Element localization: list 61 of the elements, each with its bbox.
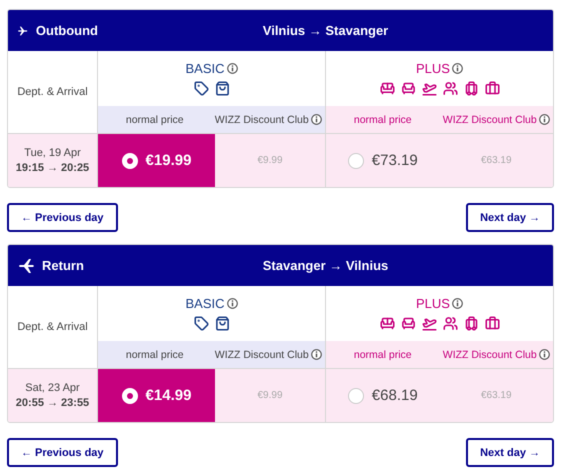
column-label: Dept. & Arrival [17, 86, 88, 98]
price-type-label: WIZZ Discount Club [442, 348, 537, 360]
flight-times: 20:55 → 23:55 [16, 397, 90, 409]
club-price: €9.99 [257, 390, 283, 401]
people-icon [442, 316, 458, 331]
previous-day-button[interactable]: ← Previous day [7, 203, 118, 232]
armchair-icon [400, 316, 416, 331]
price-type-label: normal price [354, 348, 412, 360]
radio-button[interactable] [348, 388, 364, 404]
price-option[interactable]: €73.19 [326, 134, 440, 187]
price-option[interactable]: €19.99 [98, 134, 215, 187]
club-price: €9.99 [257, 155, 283, 166]
price-type-label: WIZZ Discount Club [442, 114, 537, 126]
previous-day-button[interactable]: ← Previous day [7, 438, 118, 467]
fare-name: BASIC [185, 296, 224, 311]
direction-label: Return [42, 258, 84, 273]
next-day-button[interactable]: Next day → [466, 203, 554, 232]
flight-times: 19:15 → 20:25 [16, 162, 90, 174]
price-type-label: WIZZ Discount Club [214, 114, 309, 126]
flight-date: Tue, 19 Apr [24, 147, 81, 159]
price-type-label: normal price [354, 114, 412, 126]
bag-icon [214, 316, 230, 331]
info-icon[interactable] [452, 298, 463, 309]
info-icon[interactable] [538, 349, 550, 360]
radio-button[interactable] [348, 152, 364, 168]
fare-name: PLUS [416, 61, 450, 76]
info-icon[interactable] [310, 114, 322, 125]
bag-icon [214, 81, 230, 96]
suitcase-icon [464, 316, 478, 331]
suitcase-icon [464, 81, 478, 96]
info-icon[interactable] [226, 63, 238, 74]
direction-label: Outbound [36, 23, 98, 38]
price-type-label: normal price [126, 348, 184, 360]
info-icon[interactable] [538, 114, 550, 125]
price-type-label: normal price [126, 114, 184, 126]
seat-icon [380, 81, 394, 96]
column-label: Dept. & Arrival [17, 321, 88, 333]
route-title: Stavanger → Vilnius [262, 258, 388, 273]
plane-icon [18, 258, 34, 274]
tag-icon [194, 316, 208, 331]
plane-takeoff-icon [422, 316, 436, 331]
next-day-button[interactable]: Next day → [466, 438, 554, 467]
price-option[interactable]: €68.19 [326, 369, 440, 422]
info-icon[interactable] [310, 349, 322, 360]
club-price: €63.19 [480, 390, 512, 401]
flight-date: Sat, 23 Apr [25, 382, 80, 394]
route-title: Vilnius → Stavanger [262, 23, 388, 38]
price-option[interactable]: €14.99 [98, 369, 215, 422]
people-icon [442, 81, 458, 96]
fare-name: BASIC [185, 61, 224, 76]
armchair-icon [400, 81, 416, 96]
club-price: €63.19 [480, 155, 512, 166]
fare-name: PLUS [416, 296, 450, 311]
briefcase-icon [484, 316, 500, 331]
info-icon[interactable] [226, 298, 238, 309]
briefcase-icon [484, 81, 500, 96]
seat-icon [380, 316, 394, 331]
tag-icon [194, 81, 208, 96]
price-type-label: WIZZ Discount Club [214, 348, 309, 360]
info-icon[interactable] [452, 63, 463, 74]
plane-takeoff-icon [422, 81, 436, 96]
